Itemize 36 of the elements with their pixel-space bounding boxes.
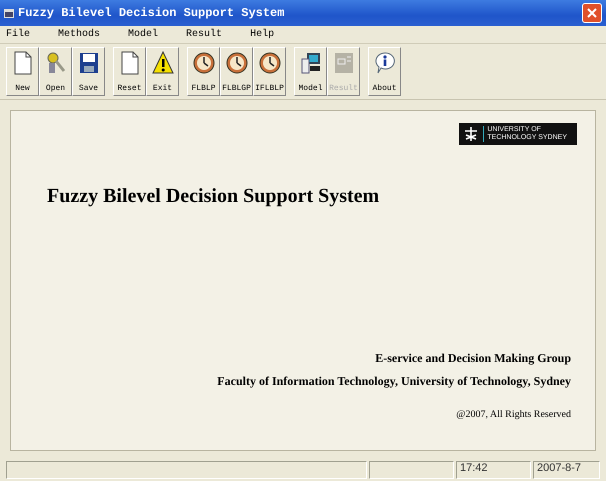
toolbar-button[interactable]: FLBLGP xyxy=(220,47,253,96)
status-time: 17:42 xyxy=(456,461,531,479)
document-icon xyxy=(12,51,34,75)
faculty-name: Faculty of Information Technology, University of Technology, Sydney xyxy=(217,374,571,389)
menu-item[interactable]: Model xyxy=(128,29,158,40)
close-button[interactable] xyxy=(582,3,602,23)
form-icon xyxy=(332,51,354,75)
menu-item[interactable]: Result xyxy=(186,29,222,40)
clock-icon xyxy=(258,51,280,75)
toolbar-button[interactable]: About xyxy=(368,47,401,96)
toolbar-button[interactable]: Exit xyxy=(146,47,179,96)
toolbar-button[interactable]: New xyxy=(6,47,39,96)
app-icon xyxy=(4,8,14,18)
warning-icon xyxy=(152,51,174,75)
status-date: 2007-8-7 xyxy=(533,461,600,479)
toolbar-button[interactable]: FLBLP xyxy=(187,47,220,96)
info-icon xyxy=(374,51,396,75)
toolbar-button[interactable]: Model xyxy=(294,47,327,96)
clock-icon xyxy=(226,51,248,75)
keys-icon xyxy=(44,51,66,75)
menu-item[interactable]: Methods xyxy=(58,29,100,40)
toolbar-button[interactable]: Reset xyxy=(113,47,146,96)
computer-icon xyxy=(300,51,322,75)
toolbar-button[interactable]: Save xyxy=(72,47,105,96)
logo-icon xyxy=(463,126,480,142)
group-name: E-service and Decision Making Group xyxy=(375,351,571,366)
menu-item[interactable]: File xyxy=(6,29,30,40)
main-heading: Fuzzy Bilevel Decision Support System xyxy=(47,185,380,208)
copyright-text: @2007, All Rights Reserved xyxy=(456,409,571,420)
menu-item[interactable]: Help xyxy=(250,29,274,40)
window-title: Fuzzy Bilevel Decision Support System xyxy=(18,6,284,20)
close-icon xyxy=(586,7,598,19)
document-icon xyxy=(118,51,140,75)
toolbar-button[interactable]: Open xyxy=(39,47,72,96)
clock-icon xyxy=(192,51,214,75)
toolbar-button[interactable]: IFLBLP xyxy=(253,47,286,96)
